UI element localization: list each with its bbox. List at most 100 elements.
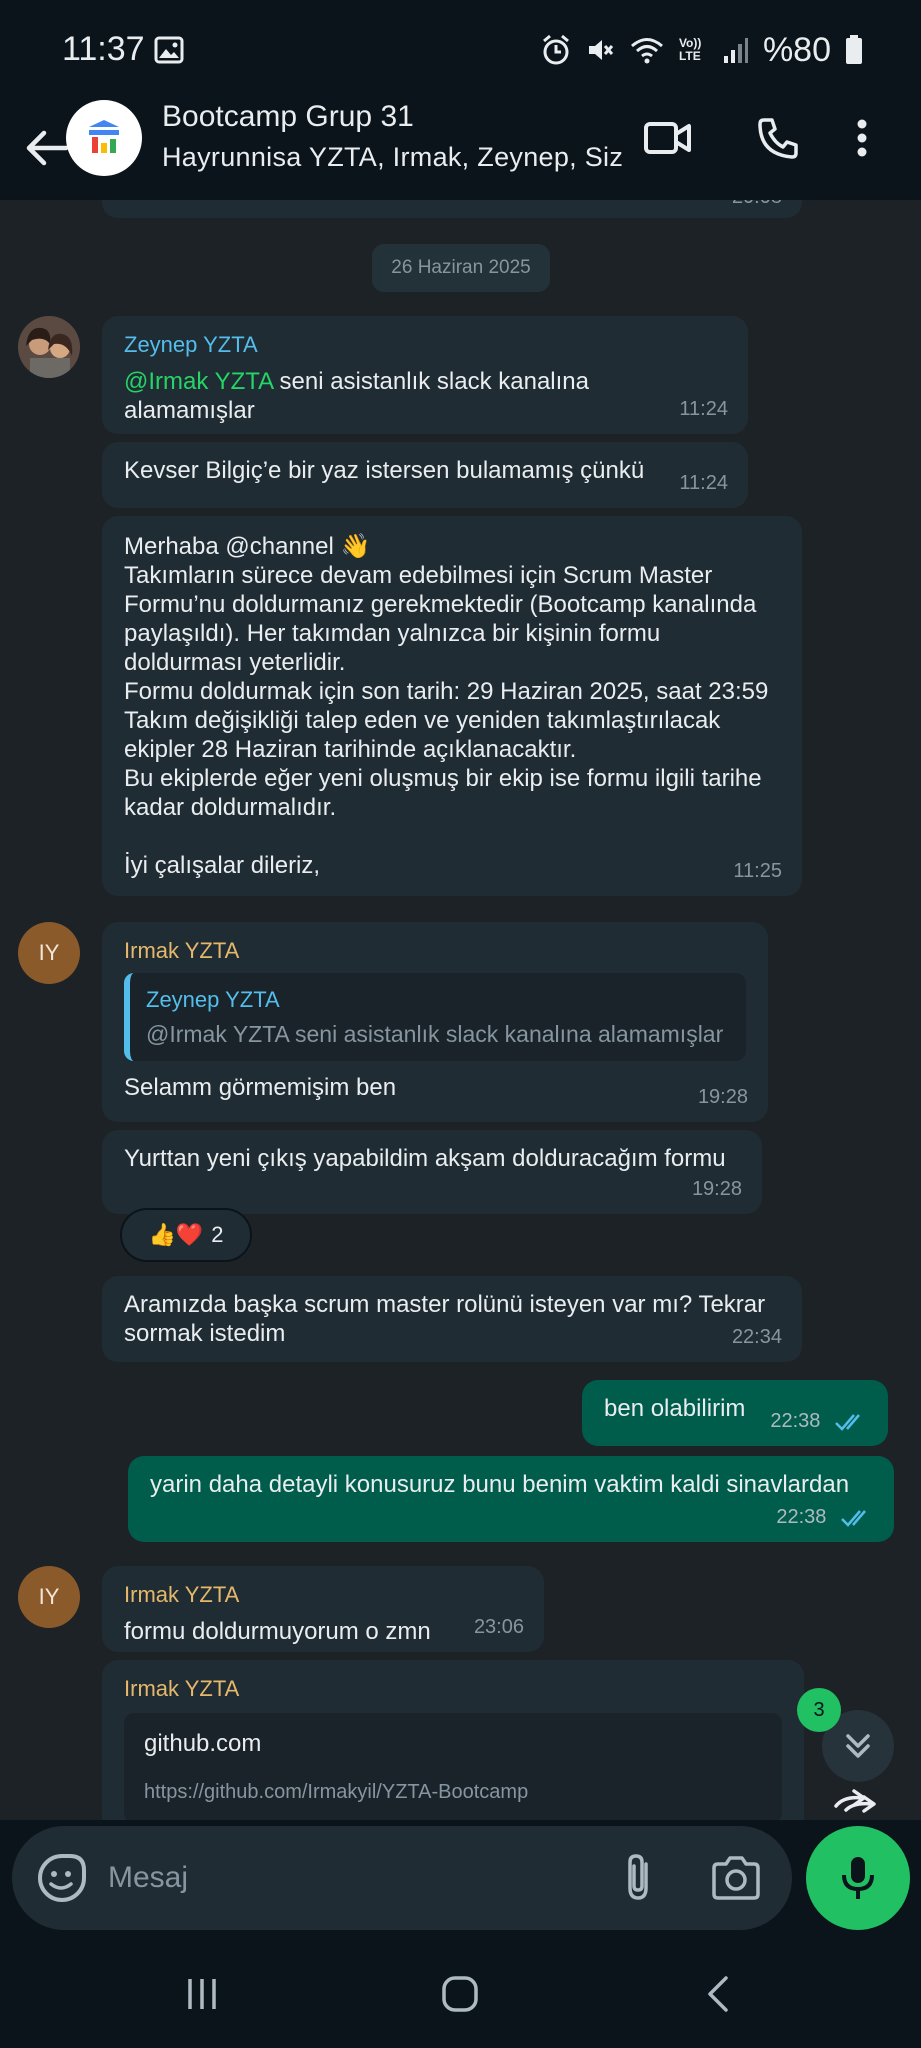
avatar-irmak[interactable]: IY [18,922,80,984]
message-line: İyi çalışalar dileriz, [124,852,321,879]
message-time: 20:08 [732,200,782,212]
video-call-button[interactable] [636,106,700,170]
message-bubble[interactable]: Irmak YZTA Zeynep YZTA @Irmak YZTA seni … [102,922,768,1122]
message-time: 23:06 [473,1616,524,1638]
microphone-icon [842,1857,874,1899]
sticker-emoji-icon[interactable] [34,1850,90,1906]
message-line: ekipler 28 Haziran tarihinde açıklanacak… [124,736,577,763]
message-line: paylaşıldı). Her takımdan yalnızca bir k… [124,620,661,647]
message-text: Selamm görmemişim ben [124,1074,397,1101]
status-icons: Vo)) LTE %80 [541,28,863,72]
message-list[interactable]: 20:08 26 Haziran 2025 Zeynep YZTA @Irmak… [0,200,921,1820]
message-line: Bu ekiplerde eğer yeni oluşmuş bir ekip … [124,765,762,792]
message-line: Takım değişikliği talep eden ve yeniden … [124,707,721,734]
message-bubble[interactable]: Irmak YZTA formu doldurmuyorum o zmn 23:… [102,1566,544,1652]
battery-level: %80 [762,30,831,69]
group-avatar[interactable] [66,100,142,176]
camera-icon[interactable] [708,1850,764,1906]
message-text: formu doldurmuyorum o zmn [124,1618,431,1645]
sender-name[interactable]: Zeynep YZTA [124,330,726,359]
message-bubble-partial[interactable]: 20:08 [102,200,802,218]
unread-count-badge[interactable]: 3 [797,1688,841,1732]
gallery-icon [154,36,184,64]
alarm-icon [542,34,569,65]
message-text: Kevser Bilgiç’e bir yaz istersen bulamam… [124,457,645,484]
mention-link[interactable]: @Irmak YZTA [124,368,273,395]
sender-name[interactable]: Irmak YZTA [124,1674,782,1703]
message-line: kadar doldurmalıdır. [124,794,337,821]
read-ticks-icon [835,1413,860,1431]
sender-name[interactable]: Irmak YZTA [124,1580,522,1609]
google-classroom-icon [89,120,119,153]
profile-photo-icon [18,316,80,378]
chat-members[interactable]: Hayrunnisa YZTA, Irmak, Zeynep, Siz [162,142,623,173]
avatar-irmak[interactable]: IY [18,1566,80,1628]
message-time: 22:38 [770,1407,868,1436]
outgoing-message-bubble[interactable]: ben olabilirim 22:38 [582,1380,888,1446]
avatar-zeynep[interactable] [18,316,80,378]
message-reactions[interactable]: 👍❤️ 2 [120,1208,252,1262]
double-chevron-down-icon [846,1734,870,1758]
message-time: 11:24 [679,472,728,494]
chat-title[interactable]: Bootcamp Grup 31 [162,100,414,134]
volte-icon: Vo)) LTE [678,36,702,63]
recent-apps-button[interactable] [172,1966,232,2022]
wifi-icon [630,38,663,64]
quoted-sender: Zeynep YZTA [146,987,280,1012]
message-composer[interactable] [12,1826,792,1930]
link-preview[interactable]: github.com https://github.com/Irmakyil/Y… [124,1713,782,1820]
link-url[interactable]: https://github.com/Irmakyil/YZTA-Bootcam… [144,1778,762,1807]
message-line: Formu doldurmak için son tarih: 29 Hazir… [124,678,769,705]
back-button[interactable] [688,1966,748,2022]
message-time: 11:25 [733,860,782,882]
quoted-text: @Irmak YZTA seni asistanlık slack kanalı… [146,1021,724,1047]
message-time: 22:34 [731,1326,782,1348]
message-bubble[interactable]: Merhaba @channel 👋 Takımların sürece dev… [102,516,802,896]
message-text: Aramızda başka scrum master rolünü istey… [124,1290,780,1348]
quoted-message[interactable]: Zeynep YZTA @Irmak YZTA seni asistanlık … [124,973,746,1061]
message-text: Yurttan yeni çıkış yapabildim akşam dold… [124,1145,726,1172]
system-navigation-bar [0,1940,921,2048]
message-time: 11:24 [679,398,728,420]
more-options-button[interactable] [838,106,886,170]
date-divider: 26 Haziran 2025 [372,244,550,292]
recent-apps-icon [188,1979,216,2009]
status-bar: 11:37 Vo)) LTE %80 [0,0,921,100]
message-text: Merhaba @channel 👋 Takımların sürece dev… [124,532,780,880]
read-ticks-icon [841,1509,866,1527]
reaction-emojis: 👍❤️ [148,1222,204,1247]
forward-icon[interactable] [832,1788,882,1818]
more-options-icon [857,119,867,157]
message-line: doldurması yeterlidir. [124,649,346,676]
message-time-text: 22:38 [776,1506,827,1528]
message-time: 22:38 [776,1503,874,1532]
phone-call-button[interactable] [746,106,810,170]
message-line: Merhaba @channel 👋 [124,533,371,560]
back-chevron-icon [708,1976,728,2012]
message-time: 19:28 [697,1086,748,1108]
phone-call-icon [758,118,798,159]
message-line: Aramızda başka scrum master rolünü istey… [124,1291,766,1318]
message-line: Formu’nu doldurmanız gerekmektedir (Boot… [124,591,757,618]
paperclip-icon[interactable] [612,1850,668,1906]
message-text: @Irmak YZTA seni asistanlık slack kanalı… [124,367,726,425]
message-input[interactable] [108,1852,588,1904]
message-bubble[interactable]: Irmak YZTA github.com https://github.com… [102,1660,804,1820]
chat-header[interactable]: Bootcamp Grup 31 Hayrunnisa YZTA, Irmak,… [0,100,921,200]
message-bubble[interactable]: Yurttan yeni çıkış yapabildim akşam dold… [102,1130,762,1214]
message-bubble[interactable]: Aramızda başka scrum master rolünü istey… [102,1276,802,1362]
link-host: github.com [144,1730,262,1757]
message-line: sormak istedim [124,1320,286,1347]
message-time: 19:28 [691,1178,742,1200]
home-button[interactable] [430,1966,490,2022]
outgoing-message-bubble[interactable]: yarin daha detayli konusuruz bunu benim … [128,1456,894,1542]
voice-record-button[interactable] [806,1826,910,1930]
mute-icon [588,40,614,60]
reaction-count: 2 [211,1222,224,1247]
sender-name[interactable]: Irmak YZTA [124,936,746,965]
battery-icon [846,35,862,64]
message-line: Takımların sürece devam edebilmesi için … [124,562,713,589]
message-bubble[interactable]: Kevser Bilgiç’e bir yaz istersen bulamam… [102,442,748,508]
message-bubble[interactable]: Zeynep YZTA @Irmak YZTA seni asistanlık … [102,316,748,434]
